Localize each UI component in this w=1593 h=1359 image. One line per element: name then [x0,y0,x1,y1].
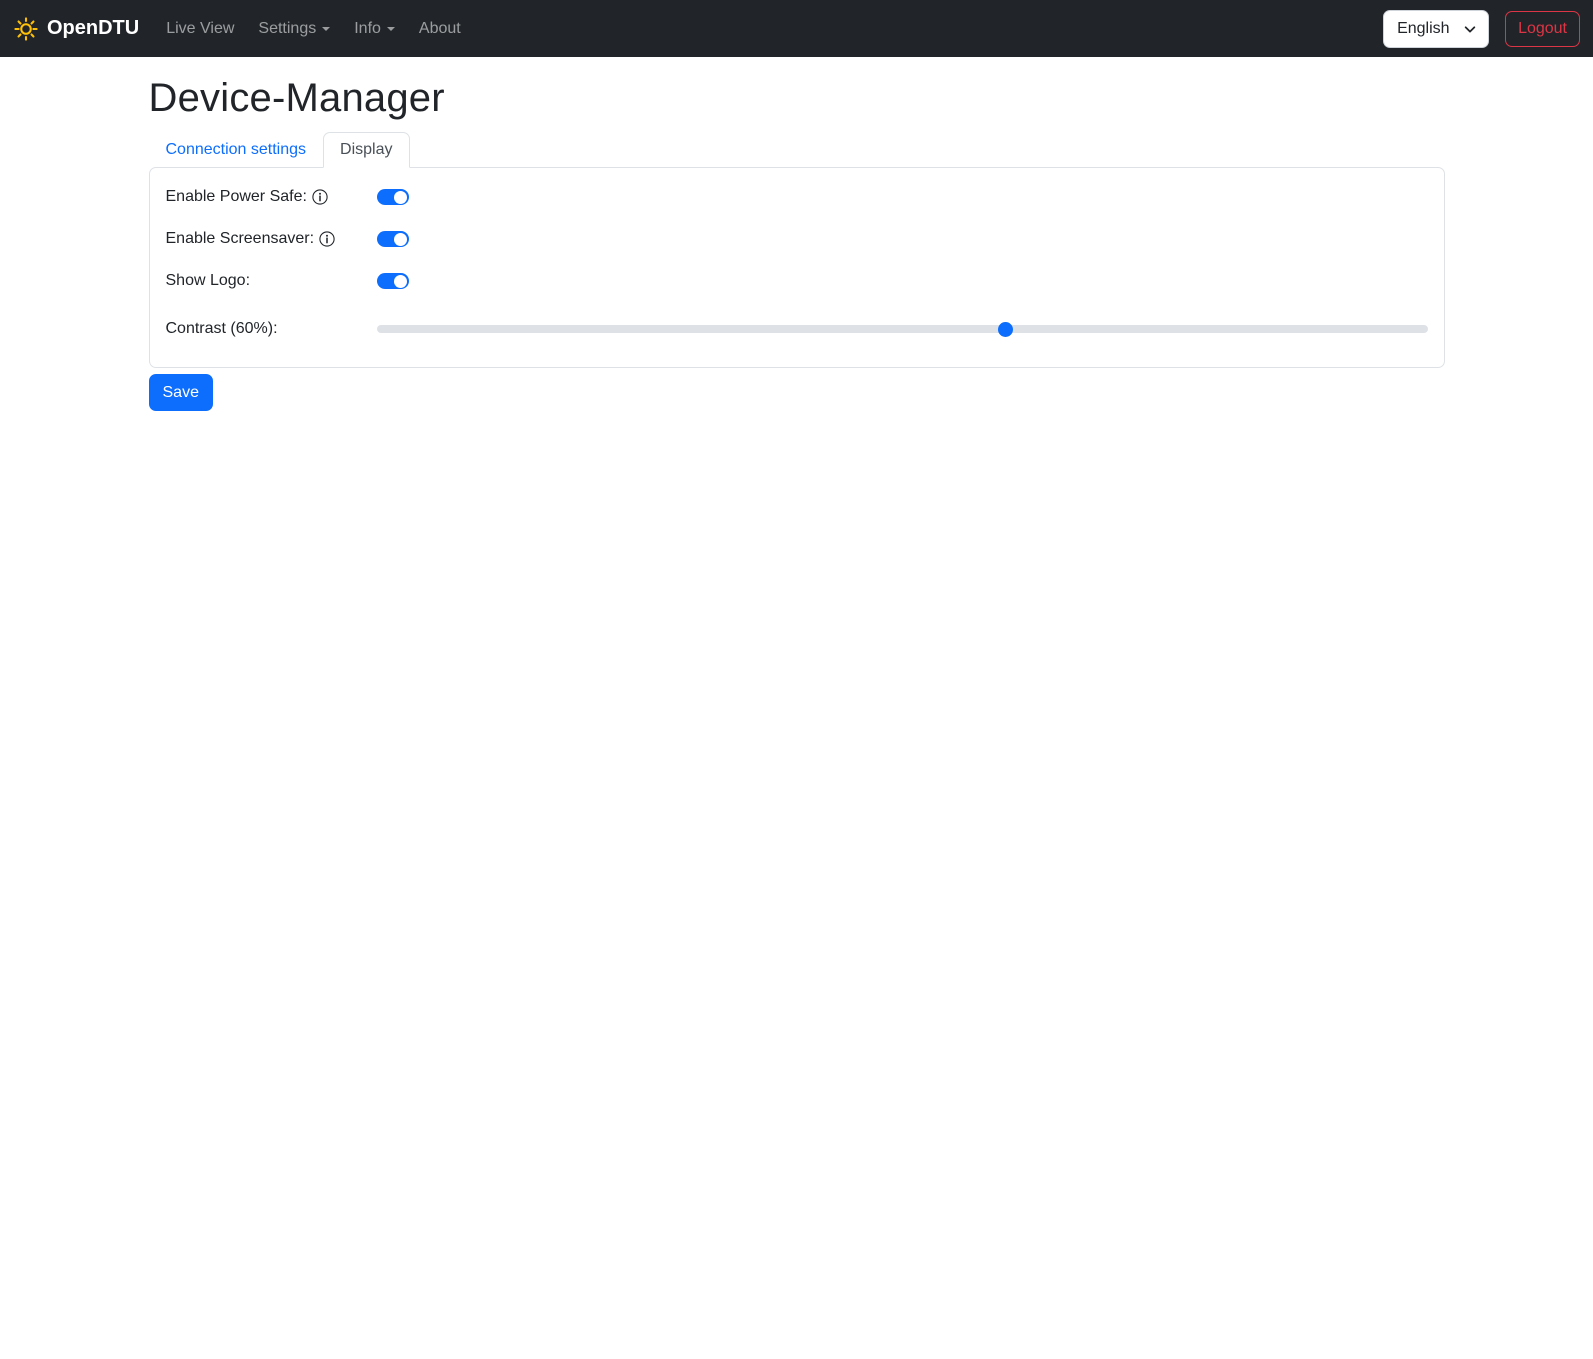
form-row-show-logo: Show Logo: [166,269,1428,293]
chevron-down-icon [1463,22,1477,36]
language-select[interactable]: English [1383,9,1490,48]
brand-label: OpenDTU [47,17,140,39]
screensaver-label: Enable Screensaver: [166,230,377,248]
page-title: Device-Manager [148,76,445,120]
top-navbar: OpenDTU Live View Settings Info About En… [0,0,1593,57]
form-row-contrast: Contrast (60%): [166,317,1428,341]
contrast-label: Contrast (60%): [165,320,278,337]
navbar-right-group: English Logout [1383,9,1580,48]
save-button[interactable]: Save [148,374,213,412]
show-logo-toggle[interactable] [376,273,409,289]
info-icon[interactable] [319,231,335,247]
chevron-down-icon [386,26,395,31]
screensaver-toggle[interactable] [376,231,409,247]
brand-link[interactable]: OpenDTU [13,16,139,42]
nav-item-settings[interactable]: Settings [250,12,338,46]
chevron-down-icon [322,26,331,31]
form-row-power-safe: Enable Power Safe: [166,185,1428,209]
tab-bar: Connection settings Display [149,132,1445,168]
nav-menu: Live View Settings Info About [154,12,473,46]
tab-connection-settings[interactable]: Connection settings [149,132,324,168]
tab-display[interactable]: Display [323,132,410,168]
main-container: Device-Manager Connection settings Displ… [137,76,1457,412]
show-logo-label: Show Logo: [165,272,251,289]
power-safe-label: Enable Power Safe: [166,188,377,206]
sun-icon [13,16,39,42]
form-row-screensaver: Enable Screensaver: [166,227,1428,251]
info-icon[interactable] [312,189,328,205]
power-safe-toggle[interactable] [376,189,409,205]
display-settings-card: Enable Power Safe: Enable Screensaver: S… [148,167,1445,368]
nav-item-info[interactable]: Info [346,12,403,46]
logout-button[interactable]: Logout [1505,10,1580,47]
contrast-slider[interactable] [376,321,1428,337]
nav-item-live-view[interactable]: Live View [158,12,242,46]
language-selected-value: English [1397,19,1450,37]
nav-item-about[interactable]: About [411,12,469,46]
